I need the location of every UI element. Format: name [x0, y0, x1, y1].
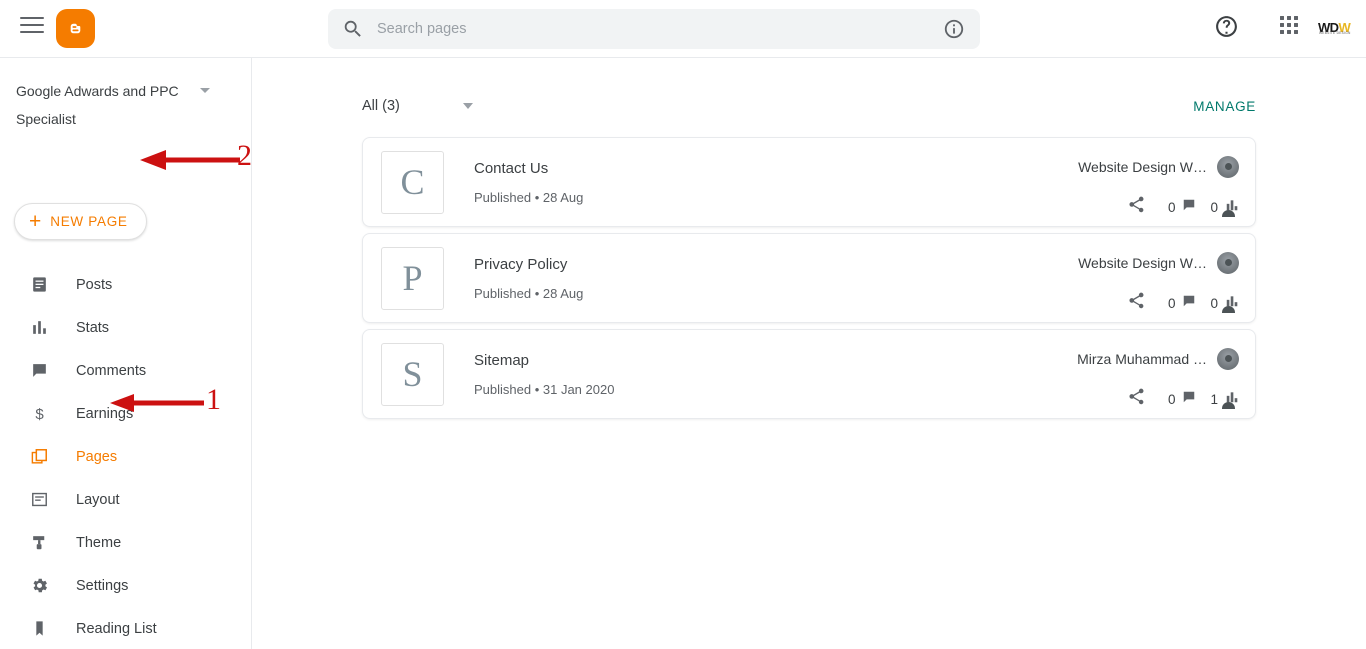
share-icon[interactable] — [1127, 195, 1146, 219]
search-icon — [342, 18, 364, 40]
pages-filter-label: All (3) — [362, 98, 400, 114]
posts-icon — [28, 274, 50, 296]
sidebar-item-posts[interactable]: Posts — [0, 263, 251, 306]
author-name: Website Design W… — [1078, 255, 1207, 271]
sidebar-item-settings[interactable]: Settings — [0, 564, 251, 607]
settings-icon — [28, 575, 50, 597]
sidebar-item-pages[interactable]: Pages — [0, 435, 251, 478]
account-logo[interactable]: WD W WEBSITE DESIGN — [1318, 18, 1358, 36]
comments-icon — [28, 360, 50, 382]
apps-grid-icon[interactable] — [1280, 16, 1302, 38]
share-count: 0 — [1167, 295, 1176, 311]
sidebar-item-label: Pages — [76, 448, 118, 465]
author-row: Mirza Muhammad … — [1077, 348, 1239, 409]
page-meta: Website Design W… 0 0 — [979, 252, 1239, 315]
sidebar-item-label: Layout — [76, 491, 120, 508]
layout-icon — [28, 489, 50, 511]
blog-selector-label: Google Adwards and PPC Specialist — [16, 83, 179, 127]
pages-filter-dropdown[interactable]: All (3) — [362, 98, 473, 114]
earnings-icon: $ — [28, 403, 50, 425]
sidebar-item-stats[interactable]: Stats — [0, 306, 251, 349]
author-name: Website Design W… — [1078, 159, 1207, 175]
sidebar-nav: Posts Stats Comments $ Earnings Pages La… — [0, 263, 251, 649]
avatar — [1217, 348, 1239, 409]
info-icon[interactable] — [943, 18, 965, 40]
manage-button[interactable]: MANAGE — [1193, 99, 1256, 114]
page-thumbnail: C — [381, 150, 444, 214]
account-logo-sub: WEBSITE DESIGN — [1319, 31, 1351, 35]
avatar — [1217, 156, 1239, 217]
sidebar-item-label: Comments — [76, 362, 147, 379]
sidebar-item-label: Settings — [76, 577, 129, 594]
avatar — [1217, 252, 1239, 313]
new-page-label: NEW PAGE — [50, 214, 128, 229]
comment-icon — [1182, 198, 1196, 217]
share-icon[interactable] — [1127, 387, 1146, 411]
sidebar-item-label: Theme — [76, 534, 122, 551]
hamburger-menu-icon[interactable] — [20, 17, 44, 39]
page-meta: Mirza Muhammad … 0 1 — [979, 348, 1239, 411]
chevron-down-icon — [200, 88, 210, 93]
blog-selector[interactable]: Google Adwards and PPC Specialist — [16, 77, 234, 133]
author-row: Website Design W… — [1078, 156, 1239, 217]
pages-icon — [28, 446, 50, 468]
table-row[interactable]: C Contact Us Published • 28 Aug Website … — [362, 137, 1256, 227]
pages-toolbar: All (3) MANAGE — [362, 88, 1256, 124]
author-name: Mirza Muhammad … — [1077, 351, 1207, 367]
stats-icon — [28, 317, 50, 339]
comment-count: 0 — [1210, 295, 1218, 311]
page-meta: Website Design W… 0 0 — [979, 156, 1239, 219]
svg-text:$: $ — [35, 406, 44, 423]
sidebar-item-label: Reading List — [76, 620, 157, 637]
comment-icon — [1182, 294, 1196, 313]
reading-list-icon — [28, 618, 50, 640]
search-input[interactable] — [377, 21, 943, 37]
theme-icon — [28, 532, 50, 554]
share-count: 0 — [1167, 199, 1176, 215]
sidebar-item-reading-list[interactable]: Reading List — [0, 607, 251, 649]
comment-count: 1 — [1210, 391, 1218, 407]
share-count: 0 — [1167, 391, 1176, 407]
new-page-button[interactable]: + NEW PAGE — [14, 203, 147, 240]
comment-count: 0 — [1210, 199, 1218, 215]
main-content: All (3) MANAGE C Contact Us Published • … — [252, 57, 1366, 649]
search-bar[interactable] — [328, 9, 980, 49]
blogger-logo-icon[interactable] — [56, 9, 95, 48]
sidebar-item-label: Stats — [76, 319, 110, 336]
sidebar-item-label: Posts — [76, 276, 113, 293]
author-row: Website Design W… — [1078, 252, 1239, 313]
comment-icon — [1182, 390, 1196, 409]
page-thumbnail: S — [381, 342, 444, 406]
sidebar-item-layout[interactable]: Layout — [0, 478, 251, 521]
table-row[interactable]: S Sitemap Published • 31 Jan 2020 Mirza … — [362, 329, 1256, 419]
help-icon[interactable] — [1214, 14, 1239, 39]
share-icon[interactable] — [1127, 291, 1146, 315]
page-thumbnail: P — [381, 246, 444, 310]
chevron-down-icon — [462, 103, 473, 109]
sidebar-item-earnings[interactable]: $ Earnings — [0, 392, 251, 435]
pages-list: C Contact Us Published • 28 Aug Website … — [362, 137, 1256, 425]
sidebar-item-comments[interactable]: Comments — [0, 349, 251, 392]
top-bar: WDW WEBSITE DESIGN — [0, 0, 1366, 57]
sidebar-item-theme[interactable]: Theme — [0, 521, 251, 564]
sidebar: Google Adwards and PPC Specialist + NEW … — [0, 57, 252, 649]
table-row[interactable]: P Privacy Policy Published • 28 Aug Webs… — [362, 233, 1256, 323]
sidebar-item-label: Earnings — [76, 405, 134, 422]
